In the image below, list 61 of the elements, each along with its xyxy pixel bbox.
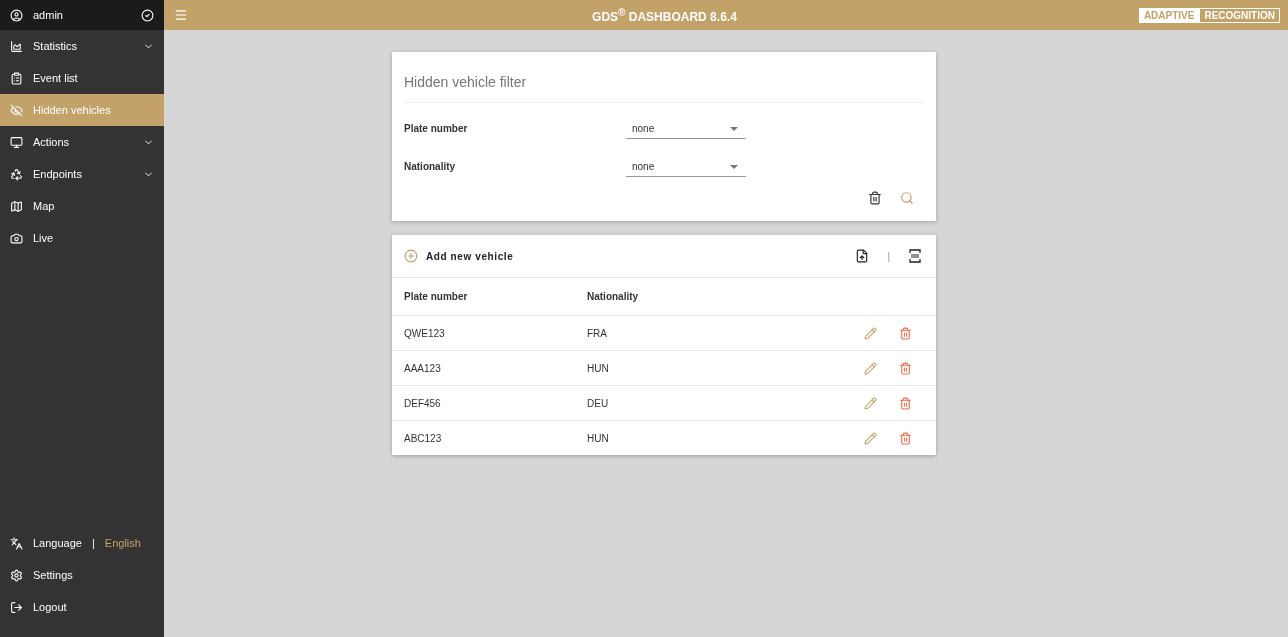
language-icon <box>10 536 23 550</box>
menu-item-label: Logout <box>33 601 67 613</box>
sidebar-item[interactable]: Settings <box>0 559 164 591</box>
edit-icon[interactable] <box>862 359 879 377</box>
separator: | <box>91 537 95 549</box>
logout-icon <box>10 600 23 614</box>
user-name: admin <box>33 9 63 21</box>
edit-icon[interactable] <box>862 429 879 447</box>
settings-icon <box>10 568 23 582</box>
app-title: GDS$^{®}$ DASHBOARD 8.6.4 <box>591 6 738 24</box>
sidebar-item[interactable]: Endpoints <box>0 158 164 190</box>
field-label: Nationality <box>404 160 457 172</box>
menu-item-label: Map <box>33 200 55 212</box>
table-cell-text: DEF456 <box>404 397 442 409</box>
table-cell-text: HUN <box>587 362 610 374</box>
menu-item-icon <box>10 167 23 181</box>
sidebar-item[interactable]: Event list <box>0 62 164 94</box>
sidebar-item[interactable]: Map <box>0 190 164 222</box>
table-cell-text: ABC123 <box>404 432 443 444</box>
table-cell-text: QWE123 <box>404 327 446 339</box>
menu-item-icon <box>10 71 23 85</box>
select-field[interactable]: none <box>626 155 746 177</box>
edit-icon[interactable] <box>862 324 879 342</box>
card-title: Hidden vehicle filter <box>404 52 924 103</box>
menu-item-label: Settings <box>33 569 73 581</box>
table-cell-text: DEU <box>587 397 610 409</box>
user-icon <box>10 8 23 22</box>
language-label: Language <box>33 537 82 549</box>
sidebar-item[interactable]: Statistics <box>0 30 164 62</box>
logo-text: ADAPTIVE <box>1138 7 1200 23</box>
check-icon[interactable] <box>141 8 154 22</box>
sidebar-item[interactable]: Logout <box>0 591 164 623</box>
sidebar-item[interactable]: Actions <box>0 126 164 158</box>
table-cell-text: AAA123 <box>404 362 442 374</box>
delete-icon[interactable] <box>866 189 884 207</box>
menu-item-icon <box>10 103 23 117</box>
menu-item-label: Actions <box>33 136 70 148</box>
search-icon[interactable] <box>898 189 916 207</box>
language-value: English <box>104 537 141 549</box>
menu-item-icon <box>10 231 23 245</box>
logo-text: RECOGNITION <box>1199 7 1280 23</box>
sidebar-item[interactable]: Live <box>0 222 164 254</box>
menu-item-label: Statistics <box>33 40 77 52</box>
table-cell-text: HUN <box>587 432 610 444</box>
column-header: Plate number <box>404 291 469 302</box>
menu-item-icon <box>10 199 23 213</box>
select-field[interactable]: none <box>626 117 746 139</box>
field-label: Plate number <box>404 122 469 134</box>
plus-icon <box>404 249 418 263</box>
menu-item-icon <box>10 39 23 53</box>
add-vehicle-button[interactable]: Add new vehicle <box>404 249 514 263</box>
column-header: Nationality <box>587 291 640 302</box>
menu-item-label: Live <box>33 232 54 244</box>
menu-item-label: Hidden vehicles <box>33 104 111 116</box>
language-item[interactable]: Language | English <box>0 527 164 559</box>
menu-item-icon <box>10 135 23 149</box>
menu-item-label: Event list <box>33 72 78 84</box>
edit-icon[interactable] <box>862 394 879 412</box>
separator: | <box>887 250 890 262</box>
menu-item-label: Endpoints <box>33 168 82 180</box>
table-cell-text: FRA <box>587 327 608 339</box>
